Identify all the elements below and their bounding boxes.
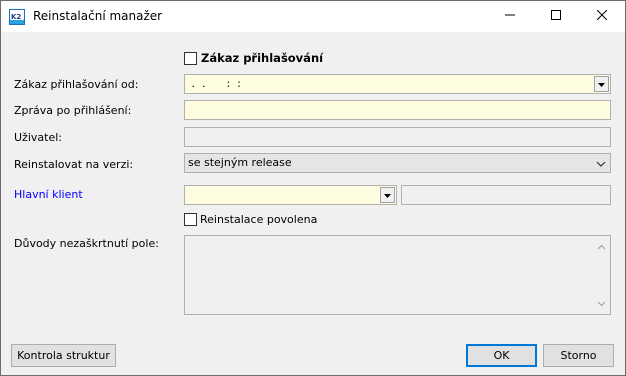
chevron-down-icon xyxy=(598,75,605,93)
disable-from-value: . . : : xyxy=(188,77,241,90)
user-input xyxy=(184,127,611,147)
dialog-window: K2 Reinstalační manažer Zákaz přihlašová… xyxy=(0,0,626,376)
reinstall-version-select[interactable]: se stejným release xyxy=(184,153,611,173)
close-button[interactable] xyxy=(579,1,625,32)
scroll-down-icon[interactable] xyxy=(597,297,606,310)
scroll-up-icon[interactable] xyxy=(597,240,606,253)
svg-text:K2: K2 xyxy=(11,13,21,21)
maximize-button[interactable] xyxy=(533,1,579,32)
check-structures-button[interactable]: Kontrola struktur xyxy=(11,344,116,367)
user-label: Uživatel: xyxy=(14,131,62,144)
k2-app-icon: K2 xyxy=(9,9,25,25)
title-bar: K2 Reinstalační manažer xyxy=(1,1,625,32)
close-icon xyxy=(596,9,608,23)
message-input[interactable] xyxy=(184,100,611,120)
minimize-icon xyxy=(505,10,515,23)
reasons-textarea xyxy=(184,235,611,315)
maximize-icon xyxy=(551,10,561,23)
chevron-down-icon xyxy=(596,157,606,175)
window-title: Reinstalační manažer xyxy=(33,9,163,23)
main-client-input[interactable] xyxy=(184,185,397,205)
reinstall-version-label: Reinstalovat na verzi: xyxy=(14,158,134,171)
reinstall-version-value: se stejným release xyxy=(188,156,292,169)
reasons-label: Důvody nezaškrtnutí pole: xyxy=(14,237,159,250)
datetime-dropdown-button[interactable] xyxy=(594,76,609,92)
main-client-link[interactable]: Hlavní klient xyxy=(14,188,83,201)
dialog-content: Zákaz přihlašování Zákaz přihlašování od… xyxy=(1,32,625,375)
disable-login-checkbox[interactable] xyxy=(184,52,197,65)
cancel-button[interactable]: Storno xyxy=(543,344,614,367)
chevron-down-icon xyxy=(384,186,391,204)
main-client-dropdown-button[interactable] xyxy=(380,187,395,203)
reinstall-allowed-label: Reinstalace povolena xyxy=(200,213,318,226)
ok-button[interactable]: OK xyxy=(466,344,537,367)
reinstall-allowed-checkbox[interactable] xyxy=(184,213,197,226)
disable-from-datetime-input[interactable]: . . : : xyxy=(184,74,611,94)
minimize-button[interactable] xyxy=(487,1,533,32)
disable-login-label: Zákaz přihlašování xyxy=(201,51,324,65)
main-client-name-field xyxy=(401,185,611,205)
message-label: Zpráva po přihlášení: xyxy=(14,104,132,117)
disable-from-label: Zákaz přihlašování od: xyxy=(14,78,139,91)
